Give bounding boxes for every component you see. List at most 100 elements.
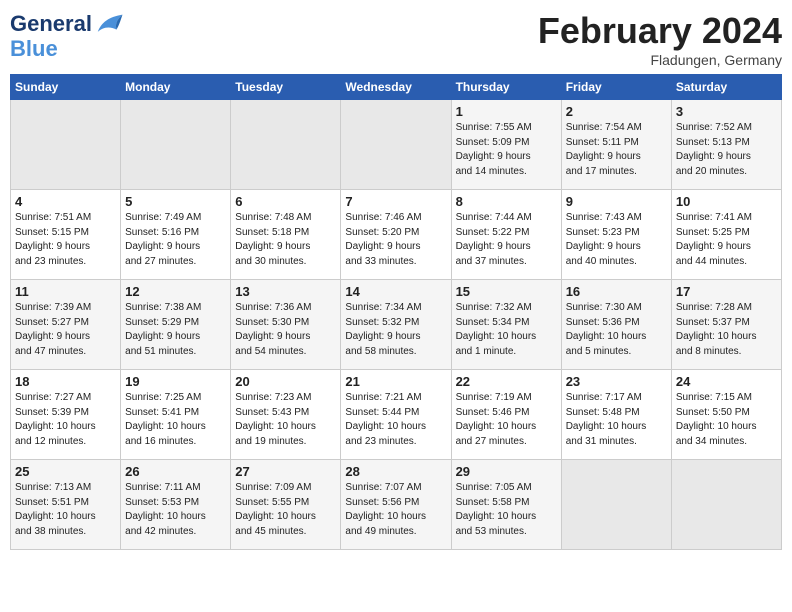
day-number: 29 xyxy=(456,464,557,479)
weekday-header-thursday: Thursday xyxy=(451,75,561,100)
calendar-cell: 14 Sunrise: 7:34 AM Sunset: 5:32 PM Dayli… xyxy=(341,280,451,370)
day-info: Sunrise: 7:34 AM Sunset: 5:32 PM Dayligh… xyxy=(345,301,446,359)
calendar-week-1: 1Sunrise: 7:55 AM Sunset: 5:09 PM Daylig… xyxy=(11,100,782,190)
calendar-cell: 16 Sunrise: 7:30 AM Sunset: 5:36 PM Dayli… xyxy=(561,280,671,370)
day-info: Sunrise: 7:39 AM Sunset: 5:27 PM Dayligh… xyxy=(15,301,116,359)
logo-bird-icon xyxy=(94,10,124,38)
calendar-cell: 10 Sunrise: 7:41 AM Sunset: 5:25 PM Dayli… xyxy=(671,190,781,280)
day-number: 28 xyxy=(345,464,446,479)
weekday-header-row: SundayMondayTuesdayWednesdayThursdayFrid… xyxy=(11,75,782,100)
calendar-cell: 13 Sunrise: 7:36 AM Sunset: 5:30 PM Dayli… xyxy=(231,280,341,370)
day-number: 27 xyxy=(235,464,336,479)
day-info: Sunrise: 7:43 AM Sunset: 5:23 PM Dayligh… xyxy=(566,211,667,269)
day-info: Sunrise: 7:11 AM Sunset: 5:53 PM Dayligh… xyxy=(125,481,226,539)
month-title: February 2024 xyxy=(538,10,782,52)
day-number: 15 xyxy=(456,284,557,299)
calendar-cell: 26 Sunrise: 7:11 AM Sunset: 5:53 PM Dayli… xyxy=(121,460,231,550)
day-info: Sunrise: 7:05 AM Sunset: 5:58 PM Dayligh… xyxy=(456,481,557,539)
calendar-cell: 7Sunrise: 7:46 AM Sunset: 5:20 PM Daylig… xyxy=(341,190,451,280)
day-number: 14 xyxy=(345,284,446,299)
day-number: 7 xyxy=(345,194,446,209)
day-number: 12 xyxy=(125,284,226,299)
day-info: Sunrise: 7:49 AM Sunset: 5:16 PM Dayligh… xyxy=(125,211,226,269)
location-text: Fladungen, Germany xyxy=(538,52,782,68)
calendar-cell: 21Sunrise: 7:21 AM Sunset: 5:44 PM Dayli… xyxy=(341,370,451,460)
calendar-week-5: 25 Sunrise: 7:13 AM Sunset: 5:51 PM Dayli… xyxy=(11,460,782,550)
day-info: Sunrise: 7:25 AM Sunset: 5:41 PM Dayligh… xyxy=(125,391,226,449)
calendar-cell: 28 Sunrise: 7:07 AM Sunset: 5:56 PM Dayli… xyxy=(341,460,451,550)
calendar-cell: 9 Sunrise: 7:43 AM Sunset: 5:23 PM Daylig… xyxy=(561,190,671,280)
calendar-cell: 24 Sunrise: 7:15 AM Sunset: 5:50 PM Dayli… xyxy=(671,370,781,460)
day-info: Sunrise: 7:36 AM Sunset: 5:30 PM Dayligh… xyxy=(235,301,336,359)
day-info: Sunrise: 7:41 AM Sunset: 5:25 PM Dayligh… xyxy=(676,211,777,269)
calendar-cell xyxy=(671,460,781,550)
weekday-header-sunday: Sunday xyxy=(11,75,121,100)
day-info: Sunrise: 7:38 AM Sunset: 5:29 PM Dayligh… xyxy=(125,301,226,359)
day-info: Sunrise: 7:51 AM Sunset: 5:15 PM Dayligh… xyxy=(15,211,116,269)
day-number: 11 xyxy=(15,284,116,299)
title-block: February 2024 Fladungen, Germany xyxy=(538,10,782,68)
day-info: Sunrise: 7:19 AM Sunset: 5:46 PM Dayligh… xyxy=(456,391,557,449)
day-info: Sunrise: 7:21 AM Sunset: 5:44 PM Dayligh… xyxy=(345,391,446,449)
calendar-cell: 6Sunrise: 7:48 AM Sunset: 5:18 PM Daylig… xyxy=(231,190,341,280)
calendar-cell: 19Sunrise: 7:25 AM Sunset: 5:41 PM Dayli… xyxy=(121,370,231,460)
day-number: 1 xyxy=(456,104,557,119)
logo-text: General xyxy=(10,13,92,35)
calendar-cell: 29 Sunrise: 7:05 AM Sunset: 5:58 PM Dayli… xyxy=(451,460,561,550)
day-info: Sunrise: 7:17 AM Sunset: 5:48 PM Dayligh… xyxy=(566,391,667,449)
logo: General Blue xyxy=(10,10,124,61)
day-info: Sunrise: 7:30 AM Sunset: 5:36 PM Dayligh… xyxy=(566,301,667,359)
day-number: 9 xyxy=(566,194,667,209)
day-info: Sunrise: 7:13 AM Sunset: 5:51 PM Dayligh… xyxy=(15,481,116,539)
day-number: 26 xyxy=(125,464,226,479)
calendar-cell xyxy=(231,100,341,190)
day-number: 23 xyxy=(566,374,667,389)
calendar-cell: 22 Sunrise: 7:19 AM Sunset: 5:46 PM Dayli… xyxy=(451,370,561,460)
day-number: 16 xyxy=(566,284,667,299)
day-info: Sunrise: 7:54 AM Sunset: 5:11 PM Dayligh… xyxy=(566,121,667,179)
calendar-cell: 1Sunrise: 7:55 AM Sunset: 5:09 PM Daylig… xyxy=(451,100,561,190)
day-number: 13 xyxy=(235,284,336,299)
weekday-header-monday: Monday xyxy=(121,75,231,100)
day-info: Sunrise: 7:32 AM Sunset: 5:34 PM Dayligh… xyxy=(456,301,557,359)
calendar-cell: 27 Sunrise: 7:09 AM Sunset: 5:55 PM Dayli… xyxy=(231,460,341,550)
calendar-week-2: 4 Sunrise: 7:51 AM Sunset: 5:15 PM Daylig… xyxy=(11,190,782,280)
calendar-cell: 18 Sunrise: 7:27 AM Sunset: 5:39 PM Dayli… xyxy=(11,370,121,460)
day-number: 5 xyxy=(125,194,226,209)
day-info: Sunrise: 7:09 AM Sunset: 5:55 PM Dayligh… xyxy=(235,481,336,539)
logo-blue-text: Blue xyxy=(10,36,58,61)
day-number: 25 xyxy=(15,464,116,479)
calendar-cell xyxy=(341,100,451,190)
calendar-cell xyxy=(121,100,231,190)
day-number: 24 xyxy=(676,374,777,389)
weekday-header-saturday: Saturday xyxy=(671,75,781,100)
calendar-cell xyxy=(561,460,671,550)
calendar-week-3: 11 Sunrise: 7:39 AM Sunset: 5:27 PM Dayli… xyxy=(11,280,782,370)
calendar-cell: 20 Sunrise: 7:23 AM Sunset: 5:43 PM Dayli… xyxy=(231,370,341,460)
calendar-week-4: 18 Sunrise: 7:27 AM Sunset: 5:39 PM Dayli… xyxy=(11,370,782,460)
day-info: Sunrise: 7:15 AM Sunset: 5:50 PM Dayligh… xyxy=(676,391,777,449)
calendar-cell: 17Sunrise: 7:28 AM Sunset: 5:37 PM Dayli… xyxy=(671,280,781,370)
weekday-header-wednesday: Wednesday xyxy=(341,75,451,100)
calendar-body: 1Sunrise: 7:55 AM Sunset: 5:09 PM Daylig… xyxy=(11,100,782,550)
calendar-cell: 15 Sunrise: 7:32 AM Sunset: 5:34 PM Dayli… xyxy=(451,280,561,370)
day-number: 20 xyxy=(235,374,336,389)
calendar-cell: 2Sunrise: 7:54 AM Sunset: 5:11 PM Daylig… xyxy=(561,100,671,190)
calendar-cell: 12 Sunrise: 7:38 AM Sunset: 5:29 PM Dayli… xyxy=(121,280,231,370)
calendar-cell: 5 Sunrise: 7:49 AM Sunset: 5:16 PM Daylig… xyxy=(121,190,231,280)
day-info: Sunrise: 7:23 AM Sunset: 5:43 PM Dayligh… xyxy=(235,391,336,449)
day-info: Sunrise: 7:44 AM Sunset: 5:22 PM Dayligh… xyxy=(456,211,557,269)
page-header: General Blue February 2024 Fladungen, Ge… xyxy=(10,10,782,68)
day-number: 18 xyxy=(15,374,116,389)
day-number: 17 xyxy=(676,284,777,299)
calendar-cell: 25 Sunrise: 7:13 AM Sunset: 5:51 PM Dayli… xyxy=(11,460,121,550)
day-number: 10 xyxy=(676,194,777,209)
calendar-cell xyxy=(11,100,121,190)
day-info: Sunrise: 7:07 AM Sunset: 5:56 PM Dayligh… xyxy=(345,481,446,539)
weekday-header-friday: Friday xyxy=(561,75,671,100)
calendar-cell: 23 Sunrise: 7:17 AM Sunset: 5:48 PM Dayli… xyxy=(561,370,671,460)
day-number: 22 xyxy=(456,374,557,389)
day-number: 4 xyxy=(15,194,116,209)
day-info: Sunrise: 7:27 AM Sunset: 5:39 PM Dayligh… xyxy=(15,391,116,449)
calendar-table: SundayMondayTuesdayWednesdayThursdayFrid… xyxy=(10,74,782,550)
